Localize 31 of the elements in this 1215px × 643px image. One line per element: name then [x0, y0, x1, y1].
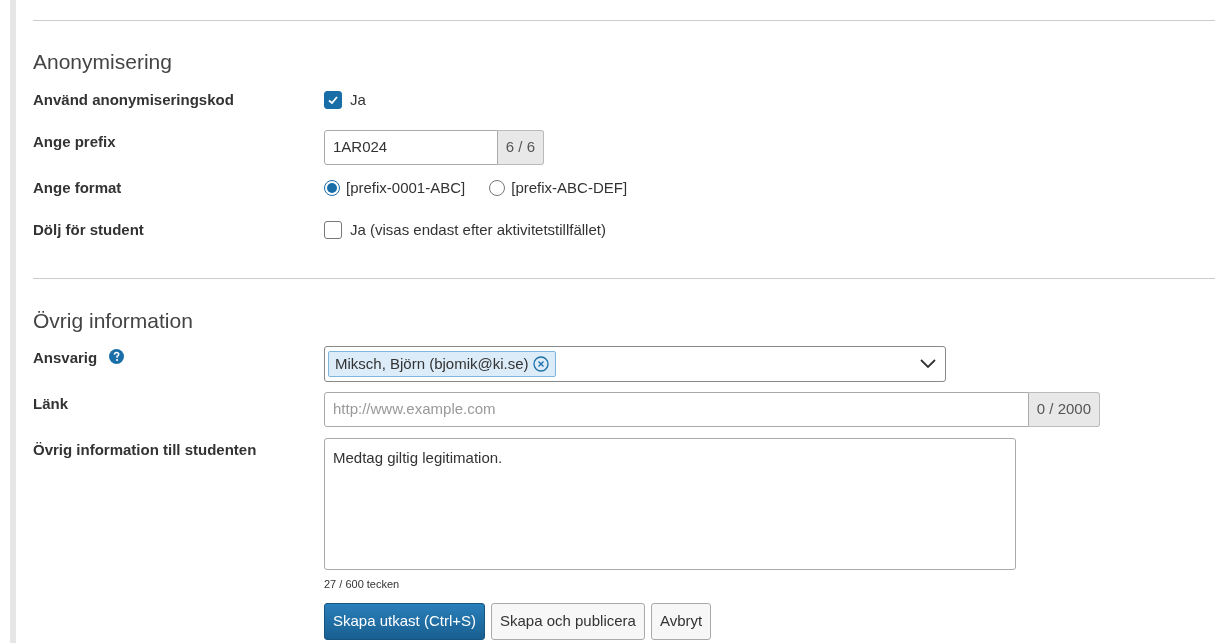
field-label: Länk [33, 394, 68, 414]
select-field[interactable]: Miksch, Björn (bjomik@ki.se) [324, 346, 946, 382]
field-label: Dölj för student [33, 219, 144, 240]
field-label: Ange format [33, 177, 122, 198]
checkbox-label: Ja (visas endast efter aktivitetstillfället) [350, 219, 606, 240]
text-input[interactable]: http://www.example.com [324, 392, 1029, 427]
checkbox[interactable] [324, 220, 342, 239]
secondary-button[interactable]: Skapa och publicera [490, 602, 645, 640]
section-heading: Anonymisering [33, 49, 173, 75]
help-icon[interactable] [109, 349, 125, 364]
text-input[interactable]: 1AR024 [324, 129, 498, 165]
checkbox[interactable] [324, 90, 342, 109]
radio-button[interactable] [324, 179, 340, 196]
field-label: Ansvarig [33, 348, 98, 368]
radio-button[interactable] [489, 179, 506, 196]
radio-label: [prefix-ABC-DEF] [511, 177, 628, 198]
section-heading: Övrig information [33, 307, 194, 334]
field-label: Använd anonymiseringskod [33, 89, 234, 110]
field-label: Övrig information till studenten [33, 440, 257, 460]
secondary-button[interactable]: Avbryt [650, 602, 712, 640]
character-counter: 0 / 2000 [1028, 392, 1100, 427]
remove-icon[interactable] [532, 356, 549, 372]
primary-button[interactable]: Skapa utkast (Ctrl+S) [324, 602, 485, 640]
text-area[interactable]: Medtag giltig legitimation. [324, 438, 1016, 570]
radio-label: [prefix-0001-ABC] [346, 177, 466, 198]
character-counter: 27 / 600 tecken [324, 577, 401, 592]
chevron-down-icon [920, 359, 936, 369]
tag-label: Miksch, Björn (bjomik@ki.se) [335, 353, 529, 374]
field-label: Ange prefix [33, 131, 116, 152]
checkbox-label: Ja [350, 89, 366, 110]
character-counter: 6 / 6 [497, 129, 544, 165]
